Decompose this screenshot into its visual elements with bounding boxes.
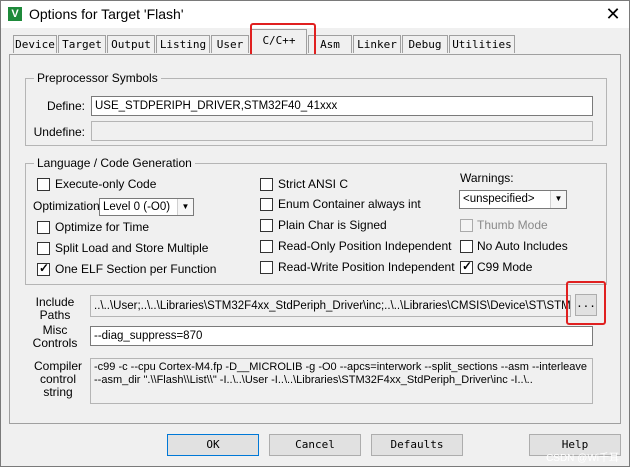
plain-char-checkbox[interactable] [260,219,273,232]
tab-listing[interactable]: Listing [156,35,210,53]
undefine-input[interactable] [91,121,593,141]
strict-ansi-label: Strict ANSI C [278,177,349,191]
ok-button[interactable]: OK [167,434,259,456]
undefine-label: Undefine: [33,125,85,139]
no-auto-includes-label: No Auto Includes [477,239,568,253]
c99-mode-checkbox[interactable]: ✓ [460,259,473,274]
compiler-control-string-text[interactable]: -c99 -c --cpu Cortex-M4.fp -D__MICROLIB … [90,358,593,404]
warnings-select[interactable]: <unspecified> ▼ [459,190,567,209]
include-paths-label: Include Paths [31,296,79,322]
compiler-string-line1: -c99 -c --cpu Cortex-M4.fp -D__MICROLIB … [94,361,587,373]
preprocessor-legend: Preprocessor Symbols [34,71,161,85]
execute-only-checkbox[interactable] [37,178,50,191]
close-icon[interactable]: ✕ [599,2,627,26]
strict-ansi-checkbox[interactable] [260,178,273,191]
rw-position-independent-checkbox[interactable] [260,261,273,274]
checkmark-icon: ✓ [462,259,473,273]
enum-container-label: Enum Container always int [278,197,421,211]
execute-only-label: Execute-only Code [55,177,157,191]
tab-linker[interactable]: Linker [353,35,401,53]
tab-utilities[interactable]: Utilities [449,35,515,53]
tab-target[interactable]: Target [58,35,106,53]
chevron-down-icon: ▼ [177,199,193,215]
watermark-text: CSDN @Wi千耳 [546,453,619,464]
warnings-label: Warnings: [460,171,514,185]
window-title: Options for Target 'Flash' [29,6,184,22]
highlight-box-browse [566,281,606,325]
define-label: Define: [46,99,85,113]
split-load-checkbox[interactable] [37,242,50,255]
split-load-label: Split Load and Store Multiple [55,241,209,255]
thumb-mode-checkbox[interactable] [460,219,473,232]
options-dialog: V Options for Target 'Flash' ✕ Device Ta… [0,0,630,467]
keil-app-icon: V [8,7,22,21]
define-input[interactable]: USE_STDPERIPH_DRIVER,STM32F40_41xxx [91,96,593,116]
tab-device[interactable]: Device [13,35,57,53]
ro-position-independent-checkbox[interactable] [260,240,273,253]
no-auto-includes-checkbox[interactable] [460,240,473,253]
c99-mode-label: C99 Mode [477,260,533,274]
compiler-label-line3: string [43,385,73,399]
include-paths-label-line2: Paths [39,308,71,322]
compiler-string-line2: --asm_dir ".\\Flash\\List\\" -I..\..\Use… [94,374,533,386]
warnings-value: <unspecified> [463,193,535,205]
defaults-button[interactable]: Defaults [371,434,463,456]
misc-controls-label: Misc Controls [31,324,79,350]
optimization-label: Optimization: [33,199,104,213]
optimize-time-checkbox[interactable] [37,221,50,234]
tab-debug[interactable]: Debug [402,35,448,53]
thumb-mode-label: Thumb Mode [477,218,548,232]
ro-position-independent-label: Read-Only Position Independent [278,239,452,253]
plain-char-label: Plain Char is Signed [278,218,387,232]
misc-controls-label-line2: Controls [32,336,78,350]
optimization-select[interactable]: Level 0 (-O0) ▼ [99,198,194,216]
rw-position-independent-label: Read-Write Position Independent [278,260,455,274]
enum-container-checkbox[interactable] [260,198,273,211]
cancel-button[interactable]: Cancel [269,434,361,456]
tab-user[interactable]: User [211,35,249,53]
chevron-down-icon: ▼ [550,191,566,208]
tab-output[interactable]: Output [107,35,155,53]
checkmark-icon: ✓ [39,261,50,275]
optimize-time-label: Optimize for Time [55,220,150,234]
compiler-control-string-label: Compiler control string [31,360,85,399]
include-paths-input[interactable]: ..\..\User;..\..\Libraries\STM32F4xx_Std… [90,295,571,317]
language-legend: Language / Code Generation [34,156,195,170]
misc-controls-input[interactable]: --diag_suppress=870 [90,326,593,346]
optimization-value: Level 0 (-O0) [103,201,171,213]
one-elf-label: One ELF Section per Function [55,262,217,276]
one-elf-checkbox[interactable]: ✓ [37,261,50,276]
